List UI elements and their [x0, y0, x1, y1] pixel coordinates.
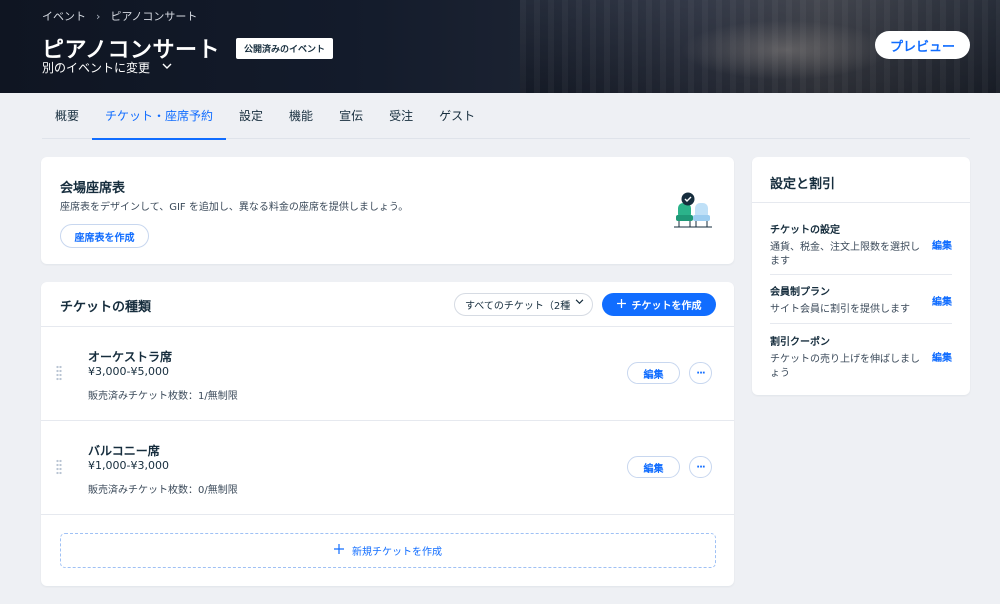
settings-discounts-card: 設定と割引 チケットの設定 通貨、税金、注文上限数を選択します 編集 会員制プラ…: [752, 157, 970, 395]
new-ticket-label: 新規チケットを作成: [352, 547, 442, 558]
settings-item-coupons: 割引クーポン チケットの売り上げを伸ばしましょう 編集: [770, 333, 952, 383]
ticket-price: ¥3,000-¥5,000: [88, 365, 169, 378]
settings-item-description: 通貨、税金、注文上限数を選択します: [770, 242, 920, 267]
tab-guests[interactable]: ゲスト: [426, 93, 488, 139]
seating-title: 会場座席表: [60, 181, 126, 196]
settings-item-ticket-settings: チケットの設定 通貨、税金、注文上限数を選択します 編集: [770, 221, 952, 275]
edit-coupons-link[interactable]: 編集: [932, 349, 952, 364]
settings-item-title: 会員制プラン: [770, 287, 830, 298]
edit-ticket-button[interactable]: 編集: [627, 362, 680, 384]
ticket-price: ¥1,000-¥3,000: [88, 459, 169, 472]
plus-icon: [616, 298, 626, 311]
ticket-types-header: チケットの種類 すべてのチケット（2種 チケットを作成: [41, 282, 734, 327]
new-ticket-button[interactable]: 新規チケットを作成: [60, 533, 716, 568]
edit-ticket-button[interactable]: 編集: [627, 456, 680, 478]
tab-promotion[interactable]: 宣伝: [326, 93, 376, 139]
event-header: イベント › ピアノコンサート ピアノコンサート 公開済みのイベント 別のイベン…: [0, 0, 1000, 93]
settings-card-header: 設定と割引: [752, 157, 970, 203]
edit-membership-link[interactable]: 編集: [932, 293, 952, 308]
breadcrumb-item-current: ピアノコンサート: [110, 10, 198, 23]
seating-chart-card: 会場座席表 座席表をデザインして、GIF を追加し、異なる料金の座席を提供しまし…: [41, 157, 734, 264]
more-actions-icon[interactable]: ···: [689, 362, 712, 384]
ticket-sold-count: 販売済みチケット枚数：0/無制限: [88, 485, 238, 496]
tab-overview[interactable]: 概要: [42, 93, 92, 139]
settings-item-description: チケットの売り上げを伸ばしましょう: [770, 354, 920, 379]
ticket-name: オーケストラ席: [88, 350, 173, 364]
settings-item-description: サイト会員に割引を提供します: [770, 304, 910, 315]
settings-item-title: 割引クーポン: [770, 337, 830, 348]
breadcrumb: イベント › ピアノコンサート: [42, 8, 197, 24]
chevron-down-icon: [573, 298, 584, 308]
ticket-sold-count: 販売済みチケット枚数：1/無制限: [88, 391, 238, 402]
tab-features[interactable]: 機能: [276, 93, 326, 139]
ticket-row: オーケストラ席 ¥3,000-¥5,000 販売済みチケット枚数：1/無制限 編…: [41, 327, 734, 421]
seating-description: 座席表をデザインして、GIF を追加し、異なる料金の座席を提供しましょう。: [60, 202, 409, 213]
switch-event-dropdown[interactable]: 別のイベントに変更: [42, 59, 172, 76]
create-ticket-button[interactable]: チケットを作成: [602, 293, 716, 316]
edit-ticket-settings-link[interactable]: 編集: [932, 237, 952, 252]
ticket-filter-label: すべてのチケット（2種: [465, 301, 571, 312]
settings-item-title: チケットの設定: [770, 225, 840, 236]
ticket-types-card: チケットの種類 すべてのチケット（2種 チケットを作成 オーケストラ席 ¥3,0…: [41, 282, 734, 586]
plus-icon: [334, 544, 344, 557]
tab-orders[interactable]: 受注: [376, 93, 426, 139]
breadcrumb-item-events[interactable]: イベント: [42, 8, 86, 24]
drag-handle-icon[interactable]: [56, 365, 62, 381]
drag-handle-icon[interactable]: [56, 459, 62, 475]
preview-button[interactable]: プレビュー: [875, 31, 970, 59]
create-ticket-label: チケットを作成: [631, 301, 702, 312]
settings-item-membership: 会員制プラン サイト会員に割引を提供します 編集: [770, 283, 952, 324]
ticket-name: バルコニー席: [88, 444, 160, 458]
tab-bar: 概要 チケット・座席予約 設定 機能 宣伝 受注 ゲスト: [42, 93, 970, 140]
seats-illustration-icon: [674, 192, 712, 228]
chevron-down-icon: [162, 63, 172, 73]
tab-settings[interactable]: 設定: [226, 93, 276, 139]
chevron-right-icon: ›: [96, 9, 101, 23]
ticket-types-title: チケットの種類: [60, 300, 152, 315]
more-actions-icon[interactable]: ···: [689, 456, 712, 478]
ticket-filter-dropdown[interactable]: すべてのチケット（2種: [454, 293, 593, 316]
settings-card-title: 設定と割引: [770, 177, 836, 192]
switch-event-label: 別のイベントに変更: [42, 61, 151, 75]
tab-tickets-seating[interactable]: チケット・座席予約: [92, 93, 227, 140]
create-seating-chart-button[interactable]: 座席表を作成: [60, 224, 149, 248]
ticket-row: バルコニー席 ¥1,000-¥3,000 販売済みチケット枚数：0/無制限 編集…: [41, 421, 734, 515]
status-badge: 公開済みのイベント: [236, 37, 334, 59]
